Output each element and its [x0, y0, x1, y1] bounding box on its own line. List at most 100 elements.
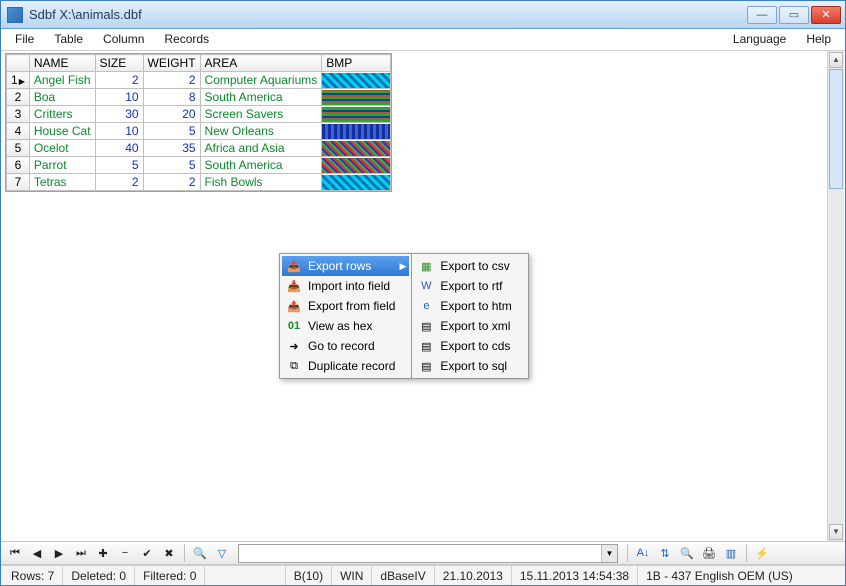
- cell-area[interactable]: Fish Bowls: [200, 174, 322, 191]
- cell-name[interactable]: Ocelot: [29, 140, 95, 157]
- cell-weight[interactable]: 20: [143, 106, 200, 123]
- ctx-export-rows[interactable]: 📤 Export rows ▶: [282, 256, 409, 276]
- menu-language[interactable]: Language: [723, 29, 796, 50]
- cell-weight[interactable]: 35: [143, 140, 200, 157]
- row-number[interactable]: 5: [7, 140, 30, 157]
- cell-weight[interactable]: 2: [143, 174, 200, 191]
- row-header-blank[interactable]: [7, 55, 30, 72]
- cell-area[interactable]: South America: [200, 157, 322, 174]
- cell-area[interactable]: Africa and Asia: [200, 140, 322, 157]
- ctx-go-to-record[interactable]: ➜ Go to record: [282, 336, 409, 356]
- table-row[interactable]: 3 Critters 30 20 Screen Savers: [7, 106, 391, 123]
- ctx-export-csv[interactable]: ▦ Export to csv: [414, 256, 525, 276]
- cell-bmp[interactable]: [322, 123, 391, 140]
- sql-icon: ▤: [418, 358, 434, 374]
- row-number[interactable]: 3: [7, 106, 30, 123]
- col-header-bmp[interactable]: BMP: [322, 55, 391, 72]
- scroll-down-icon[interactable]: ▼: [829, 524, 843, 540]
- cell-bmp[interactable]: [322, 72, 391, 89]
- cell-name[interactable]: Tetras: [29, 174, 95, 191]
- cell-size[interactable]: 10: [95, 89, 143, 106]
- zoom-button[interactable]: 🔍: [677, 543, 697, 563]
- cell-bmp[interactable]: [322, 174, 391, 191]
- col-header-weight[interactable]: WEIGHT: [143, 55, 200, 72]
- cell-weight[interactable]: 2: [143, 72, 200, 89]
- cell-name[interactable]: Boa: [29, 89, 95, 106]
- nav-delete-button[interactable]: −: [115, 543, 135, 563]
- export-button[interactable]: ▥: [721, 543, 741, 563]
- row-number[interactable]: 2: [7, 89, 30, 106]
- sort-desc-button[interactable]: ⇅: [655, 543, 675, 563]
- table-row[interactable]: 2 Boa 10 8 South America: [7, 89, 391, 106]
- col-header-area[interactable]: AREA: [200, 55, 322, 72]
- ctx-export-cds[interactable]: ▤ Export to cds: [414, 336, 525, 356]
- filter-combo[interactable]: ▼: [238, 544, 618, 563]
- row-number[interactable]: 1: [7, 72, 30, 89]
- ctx-export-rtf[interactable]: W Export to rtf: [414, 276, 525, 296]
- col-header-size[interactable]: SIZE: [95, 55, 143, 72]
- scroll-up-icon[interactable]: ▲: [829, 52, 843, 68]
- menu-records[interactable]: Records: [154, 29, 219, 50]
- nav-next-button[interactable]: ▶: [49, 543, 69, 563]
- print-button[interactable]: 🖨: [699, 543, 719, 563]
- scroll-thumb[interactable]: [829, 69, 843, 189]
- vertical-scrollbar[interactable]: ▲ ▼: [827, 51, 844, 541]
- cell-weight[interactable]: 5: [143, 157, 200, 174]
- cell-bmp[interactable]: [322, 140, 391, 157]
- cell-name[interactable]: Critters: [29, 106, 95, 123]
- table-row[interactable]: 7 Tetras 2 2 Fish Bowls: [7, 174, 391, 191]
- cell-bmp[interactable]: [322, 89, 391, 106]
- table-row[interactable]: 5 Ocelot 40 35 Africa and Asia: [7, 140, 391, 157]
- minimize-button[interactable]: —: [747, 6, 777, 24]
- ctx-export-from-field[interactable]: 📤 Export from field: [282, 296, 409, 316]
- row-number[interactable]: 7: [7, 174, 30, 191]
- table-row[interactable]: 1 Angel Fish 2 2 Computer Aquariums: [7, 72, 391, 89]
- cell-area[interactable]: New Orleans: [200, 123, 322, 140]
- cell-size[interactable]: 30: [95, 106, 143, 123]
- sort-asc-button[interactable]: A↓: [633, 543, 653, 563]
- cell-area[interactable]: Computer Aquariums: [200, 72, 322, 89]
- ctx-duplicate-record[interactable]: ⧉ Duplicate record: [282, 356, 409, 376]
- execute-button[interactable]: ⚡: [752, 543, 772, 563]
- menu-file[interactable]: File: [5, 29, 44, 50]
- find-button[interactable]: 🔍: [190, 543, 210, 563]
- cell-size[interactable]: 5: [95, 157, 143, 174]
- maximize-button[interactable]: ▭: [779, 6, 809, 24]
- cell-area[interactable]: Screen Savers: [200, 106, 322, 123]
- ctx-view-as-hex[interactable]: 01 View as hex: [282, 316, 409, 336]
- menu-help[interactable]: Help: [796, 29, 841, 50]
- cell-size[interactable]: 40: [95, 140, 143, 157]
- filter-button[interactable]: ▽: [212, 543, 232, 563]
- nav-first-button[interactable]: ⏮: [5, 543, 25, 563]
- table-row[interactable]: 4 House Cat 10 5 New Orleans: [7, 123, 391, 140]
- cell-bmp[interactable]: [322, 106, 391, 123]
- cell-size[interactable]: 2: [95, 174, 143, 191]
- cell-bmp[interactable]: [322, 157, 391, 174]
- cell-size[interactable]: 10: [95, 123, 143, 140]
- nav-add-button[interactable]: ✚: [93, 543, 113, 563]
- cell-weight[interactable]: 5: [143, 123, 200, 140]
- cell-name[interactable]: House Cat: [29, 123, 95, 140]
- ctx-export-sql[interactable]: ▤ Export to sql: [414, 356, 525, 376]
- ctx-export-xml[interactable]: ▤ Export to xml: [414, 316, 525, 336]
- nav-cancel-button[interactable]: ✖: [159, 543, 179, 563]
- data-grid[interactable]: NAME SIZE WEIGHT AREA BMP 1 Angel Fish 2…: [5, 53, 392, 192]
- nav-post-button[interactable]: ✔: [137, 543, 157, 563]
- cell-name[interactable]: Parrot: [29, 157, 95, 174]
- dropdown-arrow-icon[interactable]: ▼: [601, 545, 617, 562]
- row-number[interactable]: 4: [7, 123, 30, 140]
- menu-table[interactable]: Table: [44, 29, 93, 50]
- row-number[interactable]: 6: [7, 157, 30, 174]
- cell-area[interactable]: South America: [200, 89, 322, 106]
- table-row[interactable]: 6 Parrot 5 5 South America: [7, 157, 391, 174]
- cell-size[interactable]: 2: [95, 72, 143, 89]
- cell-name[interactable]: Angel Fish: [29, 72, 95, 89]
- close-button[interactable]: ✕: [811, 6, 841, 24]
- cell-weight[interactable]: 8: [143, 89, 200, 106]
- col-header-name[interactable]: NAME: [29, 55, 95, 72]
- ctx-export-htm[interactable]: e Export to htm: [414, 296, 525, 316]
- nav-last-button[interactable]: ⏭: [71, 543, 91, 563]
- ctx-import-into-field[interactable]: 📥 Import into field: [282, 276, 409, 296]
- nav-prev-button[interactable]: ◀: [27, 543, 47, 563]
- menu-column[interactable]: Column: [93, 29, 154, 50]
